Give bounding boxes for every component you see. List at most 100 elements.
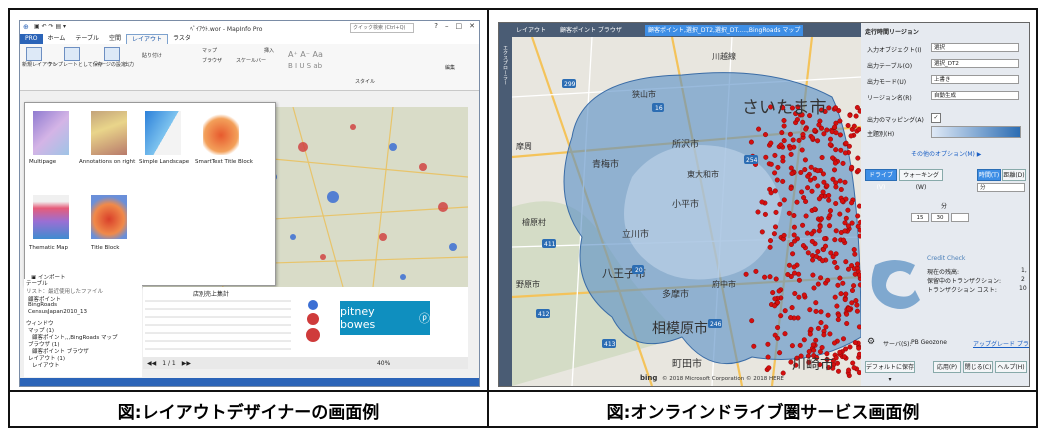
customer-point bbox=[835, 360, 841, 366]
quick-access-icons[interactable]: ▣ ↶ ↷ ▤ ▾ bbox=[34, 23, 66, 30]
tab-raster[interactable]: ラスタ bbox=[168, 34, 196, 44]
customer-point bbox=[813, 308, 819, 314]
tab-spatial[interactable]: 空間 bbox=[104, 34, 126, 44]
smarttext-thumbnail[interactable] bbox=[203, 111, 239, 155]
tab-pro[interactable]: PRO bbox=[20, 34, 43, 44]
browser-button[interactable]: ブラウザ bbox=[202, 57, 222, 64]
theme-ramp-select[interactable] bbox=[931, 126, 1021, 138]
customer-point bbox=[762, 274, 768, 280]
edit-button[interactable]: 編集 bbox=[445, 64, 455, 71]
simple-landscape-thumbnail[interactable] bbox=[145, 111, 181, 155]
upgrade-plan-link[interactable]: アップグレード プラン bbox=[973, 339, 1029, 348]
more-options-link[interactable]: その他のオプション(M) ▶ bbox=[911, 149, 981, 158]
customer-point bbox=[743, 271, 749, 277]
customer-point bbox=[820, 258, 826, 264]
table-item[interactable]: CensusJapan2010_13 bbox=[28, 309, 87, 315]
time-value-3[interactable] bbox=[951, 213, 969, 222]
unit-select[interactable]: 分 bbox=[977, 183, 1025, 192]
template-button[interactable] bbox=[64, 47, 80, 61]
tab-home[interactable]: ホーム bbox=[43, 34, 71, 44]
customer-point bbox=[849, 200, 855, 206]
customer-point bbox=[833, 184, 839, 190]
drive-button[interactable]: ドライブ(V) bbox=[865, 169, 897, 191]
tab-table[interactable]: テーブル bbox=[70, 34, 104, 44]
tab-layout[interactable]: レイアウト bbox=[513, 25, 549, 36]
map-label: 相模原市 bbox=[652, 320, 708, 337]
annotations-thumbnail[interactable] bbox=[91, 111, 127, 155]
tab-browser[interactable]: 顧客ポイント ブラウザ bbox=[557, 25, 625, 36]
layout-window-item[interactable]: レイアウト bbox=[32, 361, 60, 369]
time-value-2[interactable]: 30 bbox=[931, 213, 949, 222]
region-name-select[interactable]: 自動生成 bbox=[931, 91, 1019, 100]
customer-point bbox=[777, 201, 783, 207]
time-value-1[interactable]: 15 bbox=[911, 213, 929, 222]
apply-button[interactable]: 応用(P) bbox=[933, 361, 961, 373]
customer-point bbox=[789, 305, 795, 311]
help-icon[interactable]: ? bbox=[434, 22, 438, 30]
svg-text:413: 413 bbox=[604, 341, 616, 348]
credit-value: 1, bbox=[1021, 267, 1027, 274]
customer-point bbox=[824, 351, 830, 357]
tables-header[interactable]: テーブル bbox=[26, 279, 48, 287]
customer-point bbox=[811, 285, 817, 291]
title-block-thumbnail[interactable] bbox=[91, 195, 127, 239]
map-button[interactable]: マップ bbox=[202, 47, 217, 54]
scalebar-button[interactable]: スケールバー bbox=[236, 57, 266, 64]
customer-point bbox=[851, 123, 857, 129]
input-object-select[interactable]: 選択 bbox=[931, 43, 1019, 52]
gear-icon[interactable]: ⚙ bbox=[867, 337, 875, 347]
customer-point bbox=[789, 343, 795, 349]
customer-point bbox=[838, 291, 844, 297]
caption-right: 図:オンラインドライブ圏サービス画面例 bbox=[606, 402, 920, 423]
customer-point bbox=[830, 155, 836, 161]
output-table-field[interactable]: 選択_DT2 bbox=[931, 59, 1019, 68]
multipage-label: Multipage bbox=[29, 159, 57, 165]
text-style-icons[interactable]: B I U S ab bbox=[288, 62, 322, 70]
customer-point bbox=[796, 294, 802, 300]
time-button[interactable]: 時間(T) bbox=[977, 169, 1001, 181]
help-button[interactable]: ヘルプ(H) bbox=[995, 361, 1027, 373]
multipage-thumbnail[interactable] bbox=[33, 111, 69, 155]
insert-button[interactable]: 挿入 bbox=[264, 47, 274, 54]
output-mode-select[interactable]: 上書き bbox=[931, 75, 1019, 84]
customer-point bbox=[790, 251, 796, 257]
first-page-icon[interactable]: ◀◀ bbox=[147, 360, 156, 367]
page-setup-button[interactable] bbox=[104, 47, 120, 61]
bing-map-view[interactable]: さいたま市 所沢市 青梅市 檜原村 小平市 立川市 八王子市 多摩市 相模原市 … bbox=[512, 37, 861, 386]
customer-point bbox=[786, 210, 792, 216]
customer-point bbox=[768, 238, 774, 244]
output-mapping-checkbox[interactable]: ✓ bbox=[931, 113, 941, 123]
save-default-button[interactable]: デフォルトに保存 ▾ bbox=[865, 361, 915, 383]
quick-search-input[interactable]: クイック検索 (Ctrl+Q) bbox=[350, 23, 414, 33]
maximize-icon[interactable]: □ bbox=[456, 22, 463, 30]
customer-point bbox=[851, 365, 857, 371]
zoom-level[interactable]: 40% bbox=[377, 360, 390, 367]
output-label[interactable]: 出力 bbox=[124, 61, 134, 68]
customer-point bbox=[841, 336, 847, 342]
close-icon[interactable]: ✕ bbox=[469, 22, 475, 30]
customer-point bbox=[812, 206, 818, 212]
output-mapping-label: 出力のマッピング(A) bbox=[867, 117, 924, 124]
server-value: PB Geozone bbox=[911, 339, 947, 346]
font-format-icons[interactable]: A⁺ A⁻ Aa bbox=[288, 50, 323, 59]
customer-point bbox=[855, 167, 861, 173]
recent-files[interactable]: リスト：最近使用したファイル bbox=[26, 287, 103, 295]
tab-map-active[interactable]: 顧客ポイント,選択_DT2,選択_DT.....,BingRoads マップ bbox=[645, 25, 804, 36]
customer-point bbox=[823, 243, 829, 249]
customer-point bbox=[780, 370, 786, 376]
table-item[interactable]: BingRoads bbox=[28, 302, 57, 308]
next-page-icon[interactable]: ▶▶ bbox=[182, 360, 191, 367]
customer-point bbox=[845, 122, 851, 128]
customer-point bbox=[827, 212, 833, 218]
new-layout-button[interactable] bbox=[26, 47, 42, 61]
customer-point bbox=[768, 161, 774, 167]
minimize-icon[interactable]: – bbox=[445, 22, 449, 30]
customer-point bbox=[781, 117, 787, 123]
explorer-side-tab[interactable]: エクスプローラー bbox=[499, 37, 512, 386]
tab-layout[interactable]: レイアウト bbox=[126, 33, 169, 45]
close-button[interactable]: 閉じる(C) bbox=[963, 361, 993, 373]
paste-button[interactable]: 貼り付け bbox=[142, 52, 162, 59]
thematic-map-thumbnail[interactable] bbox=[33, 195, 69, 239]
distance-button[interactable]: 距離(D) bbox=[1002, 169, 1026, 181]
walk-button[interactable]: ウォーキング(W) bbox=[899, 169, 943, 191]
